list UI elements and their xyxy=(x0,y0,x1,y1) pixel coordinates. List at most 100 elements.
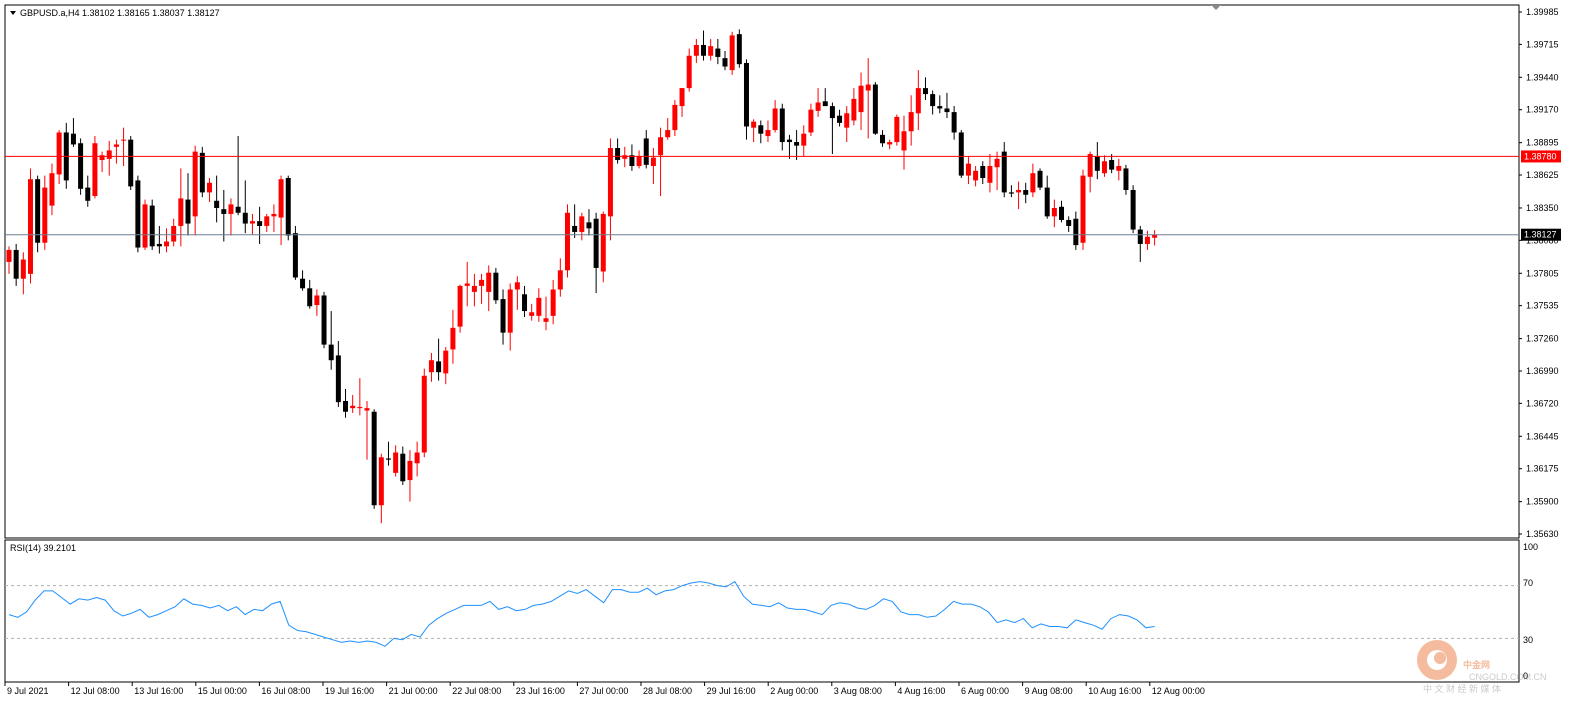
watermark-slogan: 中 文 财 经 新 媒 体 xyxy=(1423,683,1501,694)
candle-body xyxy=(930,94,936,107)
candle-body xyxy=(600,213,606,272)
candle-body xyxy=(794,142,800,146)
time-tick-label: 16 Jul 08:00 xyxy=(261,686,310,696)
candle-body xyxy=(1023,189,1029,195)
candle-body xyxy=(579,216,585,232)
price-tick-label: 1.39985 xyxy=(1526,7,1559,17)
candle-body xyxy=(693,44,699,56)
rsi-panel-frame xyxy=(4,539,1520,683)
candle-body xyxy=(493,272,499,301)
price-tick-label: 1.39440 xyxy=(1526,72,1559,82)
candle xyxy=(736,29,742,68)
candle-body xyxy=(6,249,12,262)
candle-body xyxy=(400,453,406,482)
candle-body xyxy=(973,170,979,181)
candle-body xyxy=(450,327,456,350)
candle xyxy=(1130,185,1136,234)
candle-body xyxy=(328,344,334,361)
time-tick-label: 9 Aug 08:00 xyxy=(1025,686,1073,696)
candle-body xyxy=(708,46,714,56)
candle-body xyxy=(1116,166,1122,171)
candle-body xyxy=(357,406,363,409)
candle-body xyxy=(164,241,170,247)
candle xyxy=(27,168,33,284)
candle-body xyxy=(321,295,327,345)
candle-body xyxy=(837,115,843,123)
candle-body xyxy=(350,405,356,409)
candle-body xyxy=(271,213,277,217)
time-tick-label: 15 Jul 00:00 xyxy=(198,686,247,696)
candle xyxy=(421,368,427,458)
candle-body xyxy=(206,182,212,193)
candle-body xyxy=(49,173,55,206)
candle-body xyxy=(70,133,76,145)
candle-body xyxy=(479,279,485,286)
price-tick-label: 1.39170 xyxy=(1526,105,1559,115)
candle-body xyxy=(658,137,664,156)
candle xyxy=(371,409,377,509)
candle-body xyxy=(106,150,112,159)
candle-body xyxy=(343,400,349,412)
candle-body xyxy=(994,158,1000,168)
candle-body xyxy=(564,212,570,271)
candle-body xyxy=(364,408,370,411)
candle-body xyxy=(1080,175,1086,243)
candle-body xyxy=(887,142,893,145)
mt4-chart-window[interactable]: 1.39985 1.39715 1.39440 1.39170 1.38895 1.386… xyxy=(0,0,1585,711)
candle-body xyxy=(772,108,778,131)
candle-body xyxy=(1123,168,1129,190)
candle xyxy=(958,130,964,179)
candle xyxy=(493,267,499,304)
candle-body xyxy=(385,458,391,460)
candle-body xyxy=(421,375,427,453)
candle xyxy=(142,199,148,250)
time-tick-label: 9 Jul 2021 xyxy=(7,686,49,696)
candle-body xyxy=(636,156,642,167)
candle xyxy=(78,138,84,195)
candle-body xyxy=(758,125,764,134)
candle-body xyxy=(300,278,306,289)
price-tick-label: 1.39715 xyxy=(1526,39,1559,49)
time-tick-label: 27 Jul 00:00 xyxy=(579,686,628,696)
candle xyxy=(285,175,291,241)
candle-body xyxy=(92,143,98,196)
candle-body xyxy=(529,312,535,316)
rsi-scale-100: 100 xyxy=(1523,542,1538,552)
candle-body xyxy=(944,108,950,113)
candle xyxy=(128,136,134,190)
time-tick-label: 12 Aug 00:00 xyxy=(1152,686,1205,696)
candle-body xyxy=(1144,236,1150,244)
candle-body xyxy=(543,318,549,322)
candle-body xyxy=(865,84,871,91)
candle-body xyxy=(464,283,470,286)
candle-body xyxy=(393,452,399,473)
candle-body xyxy=(192,151,198,217)
candle-body xyxy=(171,225,177,242)
price-tick-label: 1.36445 xyxy=(1526,431,1559,441)
symbol-header: GBPUSD.a,H4 1.38102 1.38165 1.38037 1.38… xyxy=(20,8,220,18)
candle-body xyxy=(686,55,692,89)
candle-body xyxy=(858,85,864,113)
candle-body xyxy=(178,198,184,226)
candle-body xyxy=(278,179,284,218)
time-tick-label: 6 Aug 00:00 xyxy=(961,686,1009,696)
candle-body xyxy=(815,102,821,111)
candle-body xyxy=(199,152,205,193)
resistance-price-label: 1.38780 xyxy=(1524,151,1557,161)
candle-body xyxy=(743,62,749,127)
time-axis: 9 Jul 2021 12 Jul 08:00 13 Jul 16:00 15 Jul… xyxy=(4,682,1205,696)
candle xyxy=(729,31,735,75)
candle-body xyxy=(85,187,91,201)
chart-canvas[interactable]: 1.39985 1.39715 1.39440 1.39170 1.38895 1.386… xyxy=(0,0,1585,711)
time-tick-label: 3 Aug 08:00 xyxy=(834,686,882,696)
price-tick-label: 1.36720 xyxy=(1526,398,1559,408)
candle-body xyxy=(822,101,828,107)
candle-body xyxy=(307,288,313,307)
candle-body xyxy=(486,272,492,292)
candle xyxy=(872,82,878,135)
candle-body xyxy=(335,355,341,403)
candle-body xyxy=(1066,219,1072,226)
candle-body xyxy=(844,113,850,128)
candle-body xyxy=(149,205,155,247)
price-tick-label: 1.36175 xyxy=(1526,464,1559,474)
